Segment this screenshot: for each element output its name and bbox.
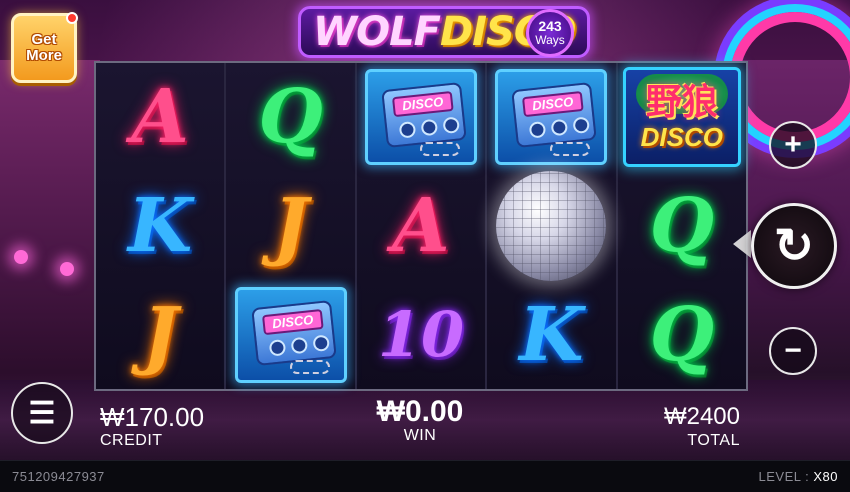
reel-grid: A K J Q J DISCO DISCO A 10 DISCO K 野狼 DISCO Q Q [94, 61, 748, 391]
notification-dot [66, 12, 78, 24]
symbol-k: K [519, 292, 584, 378]
symbol-j: J [273, 183, 309, 269]
ways-badge: 243 Ways [526, 9, 574, 57]
radio-screen-text: DISCO [261, 308, 324, 336]
chain-icon [550, 142, 591, 156]
ways-number: 243 [538, 18, 562, 34]
get-more-button[interactable]: Get More [11, 12, 78, 83]
radio-dial-icon [268, 339, 286, 357]
reel-4: DISCO K [487, 63, 616, 389]
reel-3: DISCO A 10 [356, 63, 486, 389]
reel-cell: DISCO [487, 63, 615, 171]
symbol-a: A [392, 183, 450, 269]
session-id: 751209427937 [12, 469, 105, 484]
reel-cell: 10 [357, 281, 485, 389]
radio-body: DISCO [250, 299, 337, 367]
title-wolf: WOLF [313, 9, 441, 55]
reel-cell: K [96, 172, 224, 280]
symbol-radio-icon: DISCO [234, 287, 347, 383]
reel-cell: DISCO [357, 63, 485, 171]
total-bet-display: ₩2400 TOTAL [656, 402, 740, 450]
radio-screen-text: DISCO [391, 90, 454, 118]
radio-dial-icon [529, 121, 547, 139]
chain-icon [420, 142, 461, 156]
spin-button[interactable]: ↻ [751, 203, 837, 289]
lamp-decor [14, 250, 28, 264]
win-label: WIN [403, 427, 437, 444]
bet-increase-button[interactable]: + [769, 121, 817, 169]
game-logo: WOLFDISCO 243 Ways [298, 6, 591, 58]
reel-cell: Q [226, 63, 354, 171]
reel-cell: Q [618, 172, 746, 280]
wild-chinese-text: 野狼 [645, 82, 718, 123]
radio-dial-icon [290, 336, 308, 355]
total-value: ₩2400 [663, 403, 740, 430]
reel-cell: J [226, 172, 354, 280]
credit-display: ₩170.00 CREDIT [100, 402, 204, 450]
reel-cell: J [96, 281, 224, 389]
symbol-q: Q [649, 183, 715, 269]
radio-dial-icon [398, 121, 417, 139]
reel-cell: 野狼 DISCO [618, 63, 746, 171]
hamburger-icon: ☰ [28, 396, 56, 430]
symbol-disco-ball-icon [496, 171, 607, 281]
get-more-line1: Get [31, 31, 57, 48]
plus-icon: + [784, 128, 802, 161]
radio-body: DISCO [381, 81, 467, 149]
radio-body: DISCO [511, 81, 598, 149]
credit-value: ₩170.00 [100, 402, 205, 432]
reel-5: 野狼 DISCO Q Q [617, 63, 747, 389]
get-more-line2: More [26, 47, 62, 64]
reel-cell: DISCO [226, 281, 354, 389]
refresh-icon: ↻ [773, 220, 815, 273]
reel-1: AKJ [96, 63, 225, 389]
symbol-radio-icon: DISCO [365, 69, 478, 165]
symbol-10: 10 [377, 298, 465, 371]
reel-cell: A [96, 63, 224, 171]
wild-english-text: DISCO [640, 122, 723, 152]
symbol-radio-icon: DISCO [495, 69, 608, 165]
symbol-a: A [131, 74, 189, 160]
win-display: ₩0.00 WIN [340, 397, 500, 445]
menu-button[interactable]: ☰ [11, 382, 73, 444]
left-decor [0, 60, 100, 380]
reel-cell [487, 171, 615, 281]
symbol-k: K [128, 183, 193, 269]
reel-cell: K [487, 281, 615, 389]
reel-cell: A [357, 172, 485, 280]
chain-icon [289, 360, 330, 374]
reel-cell: Q [618, 281, 746, 389]
level-value: X80 [813, 469, 838, 484]
symbol-q: Q [649, 292, 715, 378]
radio-dial-icon [420, 118, 439, 137]
footer-bar: 751209427937 LEVEL : X80 [0, 460, 850, 492]
bet-decrease-button[interactable]: − [769, 327, 817, 375]
level-indicator: LEVEL : X80 [759, 469, 838, 484]
minus-icon: − [784, 334, 802, 367]
spin-pointer-icon [733, 230, 751, 258]
symbol-q: Q [258, 74, 323, 160]
reel-2: Q J DISCO [226, 63, 355, 389]
radio-dial-icon [572, 116, 591, 135]
total-label: TOTAL [687, 432, 740, 449]
radio-dial-icon [550, 118, 569, 137]
radio-screen-text: DISCO [522, 90, 585, 118]
radio-dial-icon [312, 334, 330, 353]
level-label: LEVEL : [758, 469, 814, 484]
lamp-decor [60, 262, 74, 276]
credit-label: CREDIT [100, 432, 163, 449]
symbol-wild: 野狼 DISCO [622, 67, 741, 167]
symbol-j: J [142, 292, 178, 378]
win-value: ₩0.00 [376, 395, 464, 428]
ways-word: Ways [535, 33, 565, 47]
radio-dial-icon [442, 116, 461, 135]
